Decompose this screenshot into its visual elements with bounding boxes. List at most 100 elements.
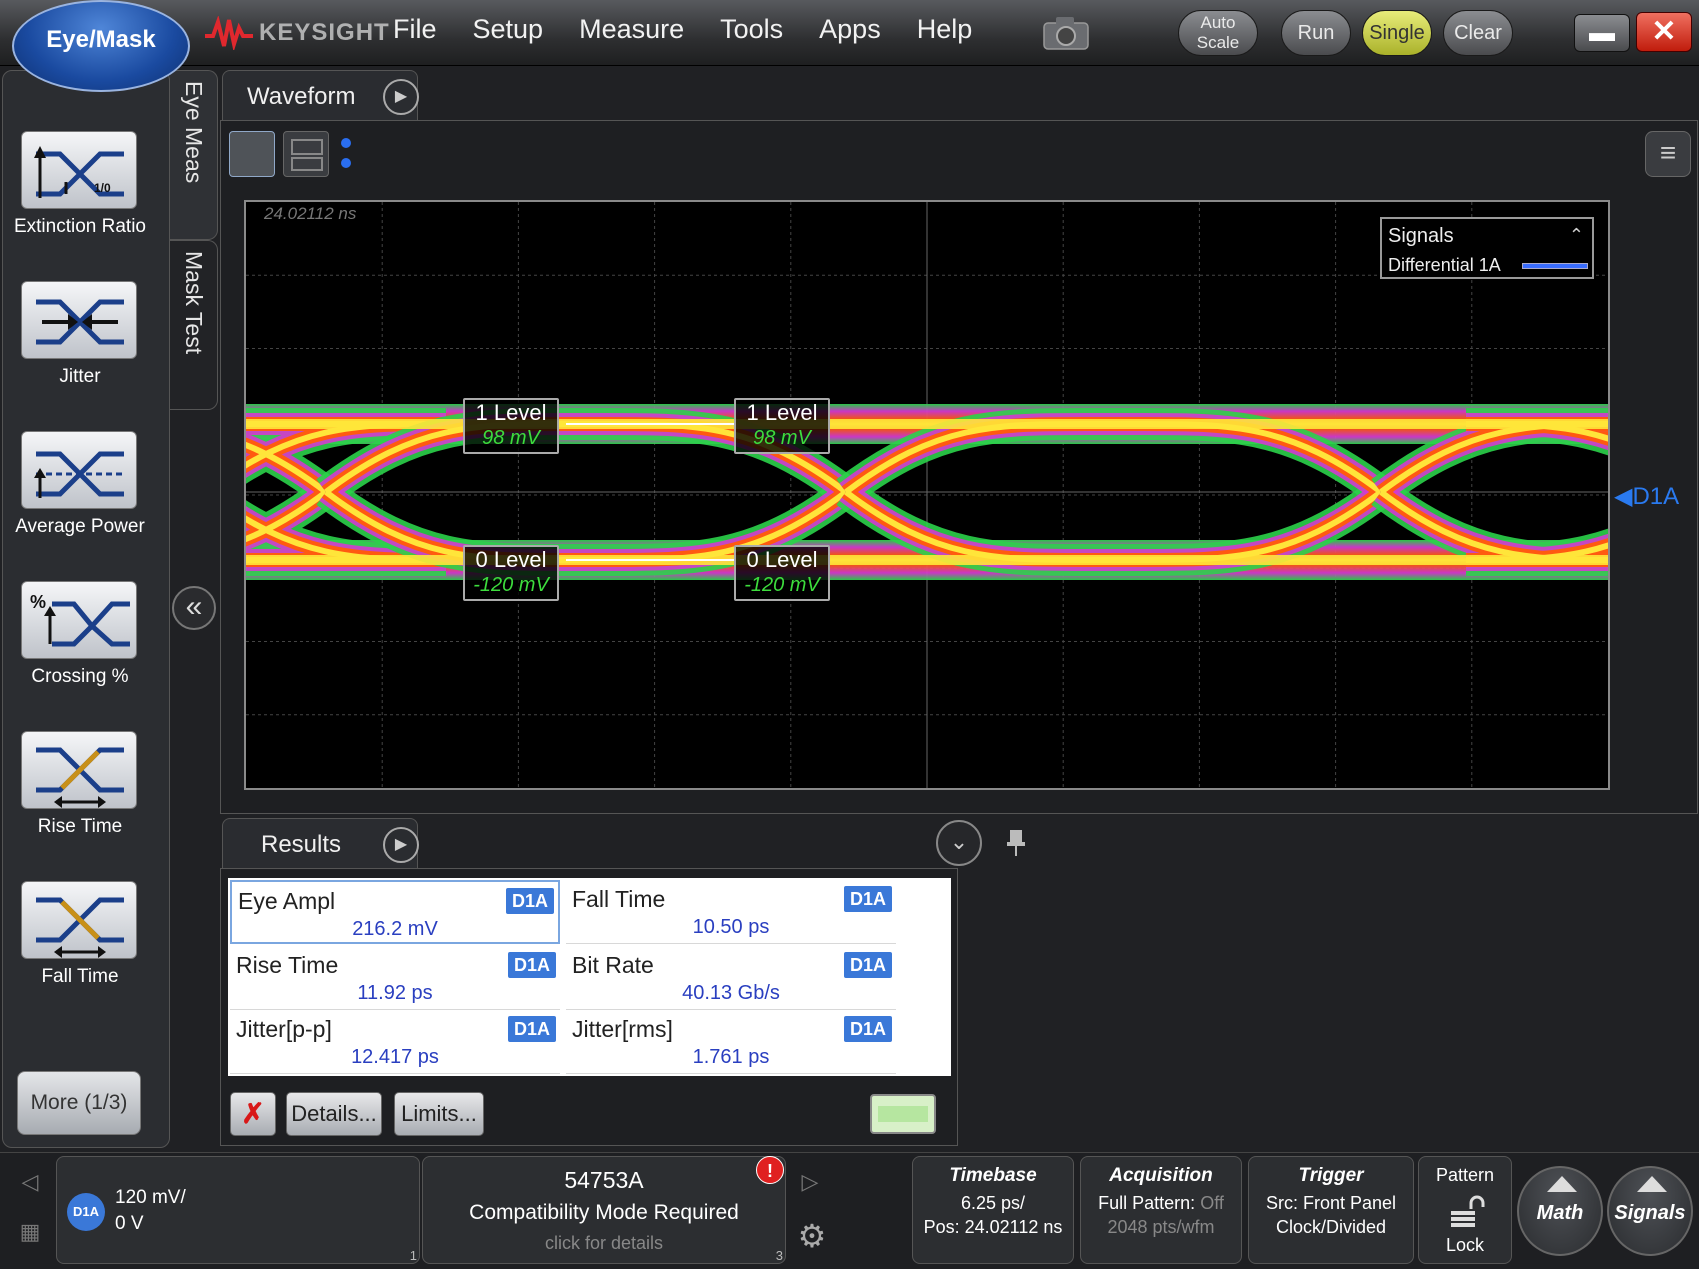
signals-label: Signals bbox=[1614, 1202, 1686, 1224]
result-eye-ampl[interactable]: Eye Ampl D1A 216.2 mV bbox=[230, 880, 560, 944]
run-button[interactable]: Run bbox=[1281, 10, 1351, 56]
acquisition-box[interactable]: Acquisition Full Pattern: Off 2048 pts/w… bbox=[1080, 1156, 1242, 1264]
gear-icon[interactable]: ⚙ bbox=[790, 1214, 834, 1258]
prev-arrow-icon[interactable]: ◁ bbox=[10, 1162, 50, 1202]
limits-button[interactable]: Limits... bbox=[394, 1092, 484, 1136]
grid-icon[interactable]: ▦ bbox=[10, 1212, 50, 1252]
tool-label: Jitter bbox=[59, 366, 101, 387]
one-level-marker[interactable]: 1 Level 98 mV bbox=[463, 398, 559, 454]
acquisition-title: Acquisition bbox=[1109, 1165, 1213, 1186]
signals-legend[interactable]: Signals ⌃ Differential 1A bbox=[1380, 217, 1594, 279]
tab-mask-test[interactable]: Mask Test bbox=[170, 240, 218, 410]
collapse-results-button[interactable]: ⌄ bbox=[936, 820, 982, 866]
tool-average-power[interactable]: Average Power bbox=[3, 431, 171, 571]
pattern-title: Pattern bbox=[1435, 1165, 1495, 1185]
result-bit-rate[interactable]: Bit Rate D1A 40.13 Gb/s bbox=[566, 946, 896, 1010]
result-name: Eye Ampl bbox=[238, 888, 336, 914]
chevron-up-icon[interactable]: ⌃ bbox=[1569, 225, 1584, 246]
result-jitter-pp[interactable]: Jitter[p-p] D1A 12.417 ps bbox=[230, 1010, 560, 1074]
tool-rise-time[interactable]: Rise Time bbox=[3, 731, 171, 871]
minimize-icon: ▬ bbox=[1589, 17, 1615, 47]
delete-measurement-button[interactable]: ✗ bbox=[230, 1092, 276, 1136]
tool-label: Average Power bbox=[15, 516, 145, 537]
measurement-status-indicator[interactable] bbox=[870, 1094, 936, 1134]
tool-crossing-percent[interactable]: % Crossing % bbox=[3, 581, 171, 721]
play-icon[interactable]: ▶ bbox=[383, 827, 419, 863]
result-value: 10.50 ps bbox=[692, 916, 770, 938]
zero-level-marker[interactable]: 0 Level -120 mV bbox=[734, 545, 830, 601]
compat-hint: click for details bbox=[544, 1233, 664, 1253]
channel-settings-box[interactable]: D1A 120 mV/ 0 V 1 bbox=[56, 1156, 420, 1264]
clear-button[interactable]: Clear bbox=[1443, 10, 1513, 56]
more-layouts-icon[interactable] bbox=[339, 135, 353, 175]
split-grid-layout-button[interactable] bbox=[283, 131, 329, 177]
menu-help[interactable]: Help bbox=[917, 14, 973, 45]
result-value: 1.761 ps bbox=[692, 1046, 770, 1068]
channel-marker[interactable]: ◀D1A bbox=[1614, 482, 1679, 511]
level-title: 1 Level bbox=[746, 400, 818, 425]
pattern-lock-box[interactable]: Pattern Lock bbox=[1418, 1156, 1512, 1264]
signals-button[interactable]: Signals bbox=[1607, 1166, 1693, 1256]
trigger-source: Src: Front Panel bbox=[1265, 1193, 1397, 1213]
single-grid-layout-button[interactable] bbox=[229, 131, 275, 177]
auto-scale-button[interactable]: Auto Scale bbox=[1178, 10, 1258, 56]
svg-text:%: % bbox=[30, 592, 46, 612]
close-button[interactable]: ✕ bbox=[1636, 12, 1692, 52]
brand-logo: KEYSIGHT bbox=[205, 16, 390, 50]
tool-label: Rise Time bbox=[37, 816, 123, 837]
single-button[interactable]: Single bbox=[1362, 10, 1432, 56]
acquisition-points: 2048 pts/wfm bbox=[1107, 1217, 1215, 1237]
math-button[interactable]: Math bbox=[1517, 1166, 1603, 1256]
details-button[interactable]: Details... bbox=[286, 1092, 382, 1136]
result-fall-time[interactable]: Fall Time D1A 10.50 ps bbox=[566, 880, 896, 944]
scope-display[interactable]: 24.02112 ns bbox=[244, 200, 1610, 790]
play-icon[interactable]: ▶ bbox=[383, 79, 419, 115]
one-level-marker[interactable]: 1 Level 98 mV bbox=[734, 398, 830, 454]
panel-menu-button[interactable]: ≡ bbox=[1645, 131, 1691, 177]
trigger-mode: Clock/Divided bbox=[1275, 1217, 1387, 1237]
brand-name: KEYSIGHT bbox=[259, 19, 390, 46]
minimize-button[interactable]: ▬ bbox=[1574, 14, 1630, 52]
menu-file[interactable]: File bbox=[393, 14, 437, 45]
acquisition-pattern: Full Pattern: Off bbox=[1098, 1193, 1224, 1213]
result-channel-badge: D1A bbox=[844, 886, 892, 912]
level-value: 98 mV bbox=[753, 427, 811, 449]
tool-extinction-ratio[interactable]: 1/0 Extinction Ratio bbox=[3, 131, 171, 271]
menu-apps[interactable]: Apps bbox=[819, 14, 881, 45]
pin-icon[interactable] bbox=[1006, 828, 1026, 858]
tab-waveform[interactable]: Waveform ▶ bbox=[222, 70, 419, 122]
result-jitter-rms[interactable]: Jitter[rms] D1A 1.761 ps bbox=[566, 1010, 896, 1074]
tool-jitter[interactable]: Jitter bbox=[3, 281, 171, 421]
collapse-sidebar-button[interactable]: « bbox=[172, 586, 216, 630]
timebase-box[interactable]: Timebase 6.25 ps/ Pos: 24.02112 ns bbox=[912, 1156, 1074, 1264]
more-tools-button[interactable]: More (1/3) bbox=[17, 1071, 141, 1135]
camera-icon[interactable] bbox=[1040, 14, 1092, 52]
eye-measurement-toolbar: 1/0 Extinction Ratio Jitter Average Powe… bbox=[2, 70, 170, 1148]
level-value: 98 mV bbox=[482, 427, 540, 449]
menu-bar: Eye/Mask KEYSIGHT File Setup Measure Too… bbox=[0, 0, 1699, 92]
tab-results[interactable]: Results ▶ bbox=[222, 818, 419, 870]
result-name: Jitter[p-p] bbox=[236, 1016, 332, 1042]
compat-model: 54753A bbox=[564, 1167, 644, 1193]
menu-tools[interactable]: Tools bbox=[720, 14, 783, 45]
signal-color-swatch bbox=[1522, 263, 1588, 269]
result-rise-time[interactable]: Rise Time D1A 11.92 ps bbox=[230, 946, 560, 1010]
result-channel-badge: D1A bbox=[844, 952, 892, 978]
triangle-up-icon bbox=[1637, 1176, 1667, 1192]
fall-time-icon bbox=[21, 881, 137, 959]
compatibility-mode-box[interactable]: 54753A Compatibility Mode Required click… bbox=[422, 1156, 786, 1264]
menu-setup[interactable]: Setup bbox=[473, 14, 544, 45]
auto-scale-line2: Scale bbox=[1196, 33, 1240, 52]
tab-eye-meas[interactable]: Eye Meas bbox=[170, 70, 218, 240]
trigger-box[interactable]: Trigger Src: Front Panel Clock/Divided bbox=[1248, 1156, 1414, 1264]
average-power-icon bbox=[21, 431, 137, 509]
menu-measure[interactable]: Measure bbox=[579, 14, 684, 45]
next-arrow-icon[interactable]: ▷ bbox=[790, 1162, 830, 1202]
timestamp-label: 24.02112 ns bbox=[264, 204, 357, 223]
result-value: 40.13 Gb/s bbox=[682, 982, 780, 1004]
zero-level-marker[interactable]: 0 Level -120 mV bbox=[463, 545, 559, 601]
eye-mask-mode-button[interactable]: Eye/Mask bbox=[12, 0, 190, 92]
tool-fall-time[interactable]: Fall Time bbox=[3, 881, 171, 1021]
svg-text:1/0: 1/0 bbox=[94, 181, 111, 195]
timebase-title: Timebase bbox=[949, 1165, 1037, 1186]
